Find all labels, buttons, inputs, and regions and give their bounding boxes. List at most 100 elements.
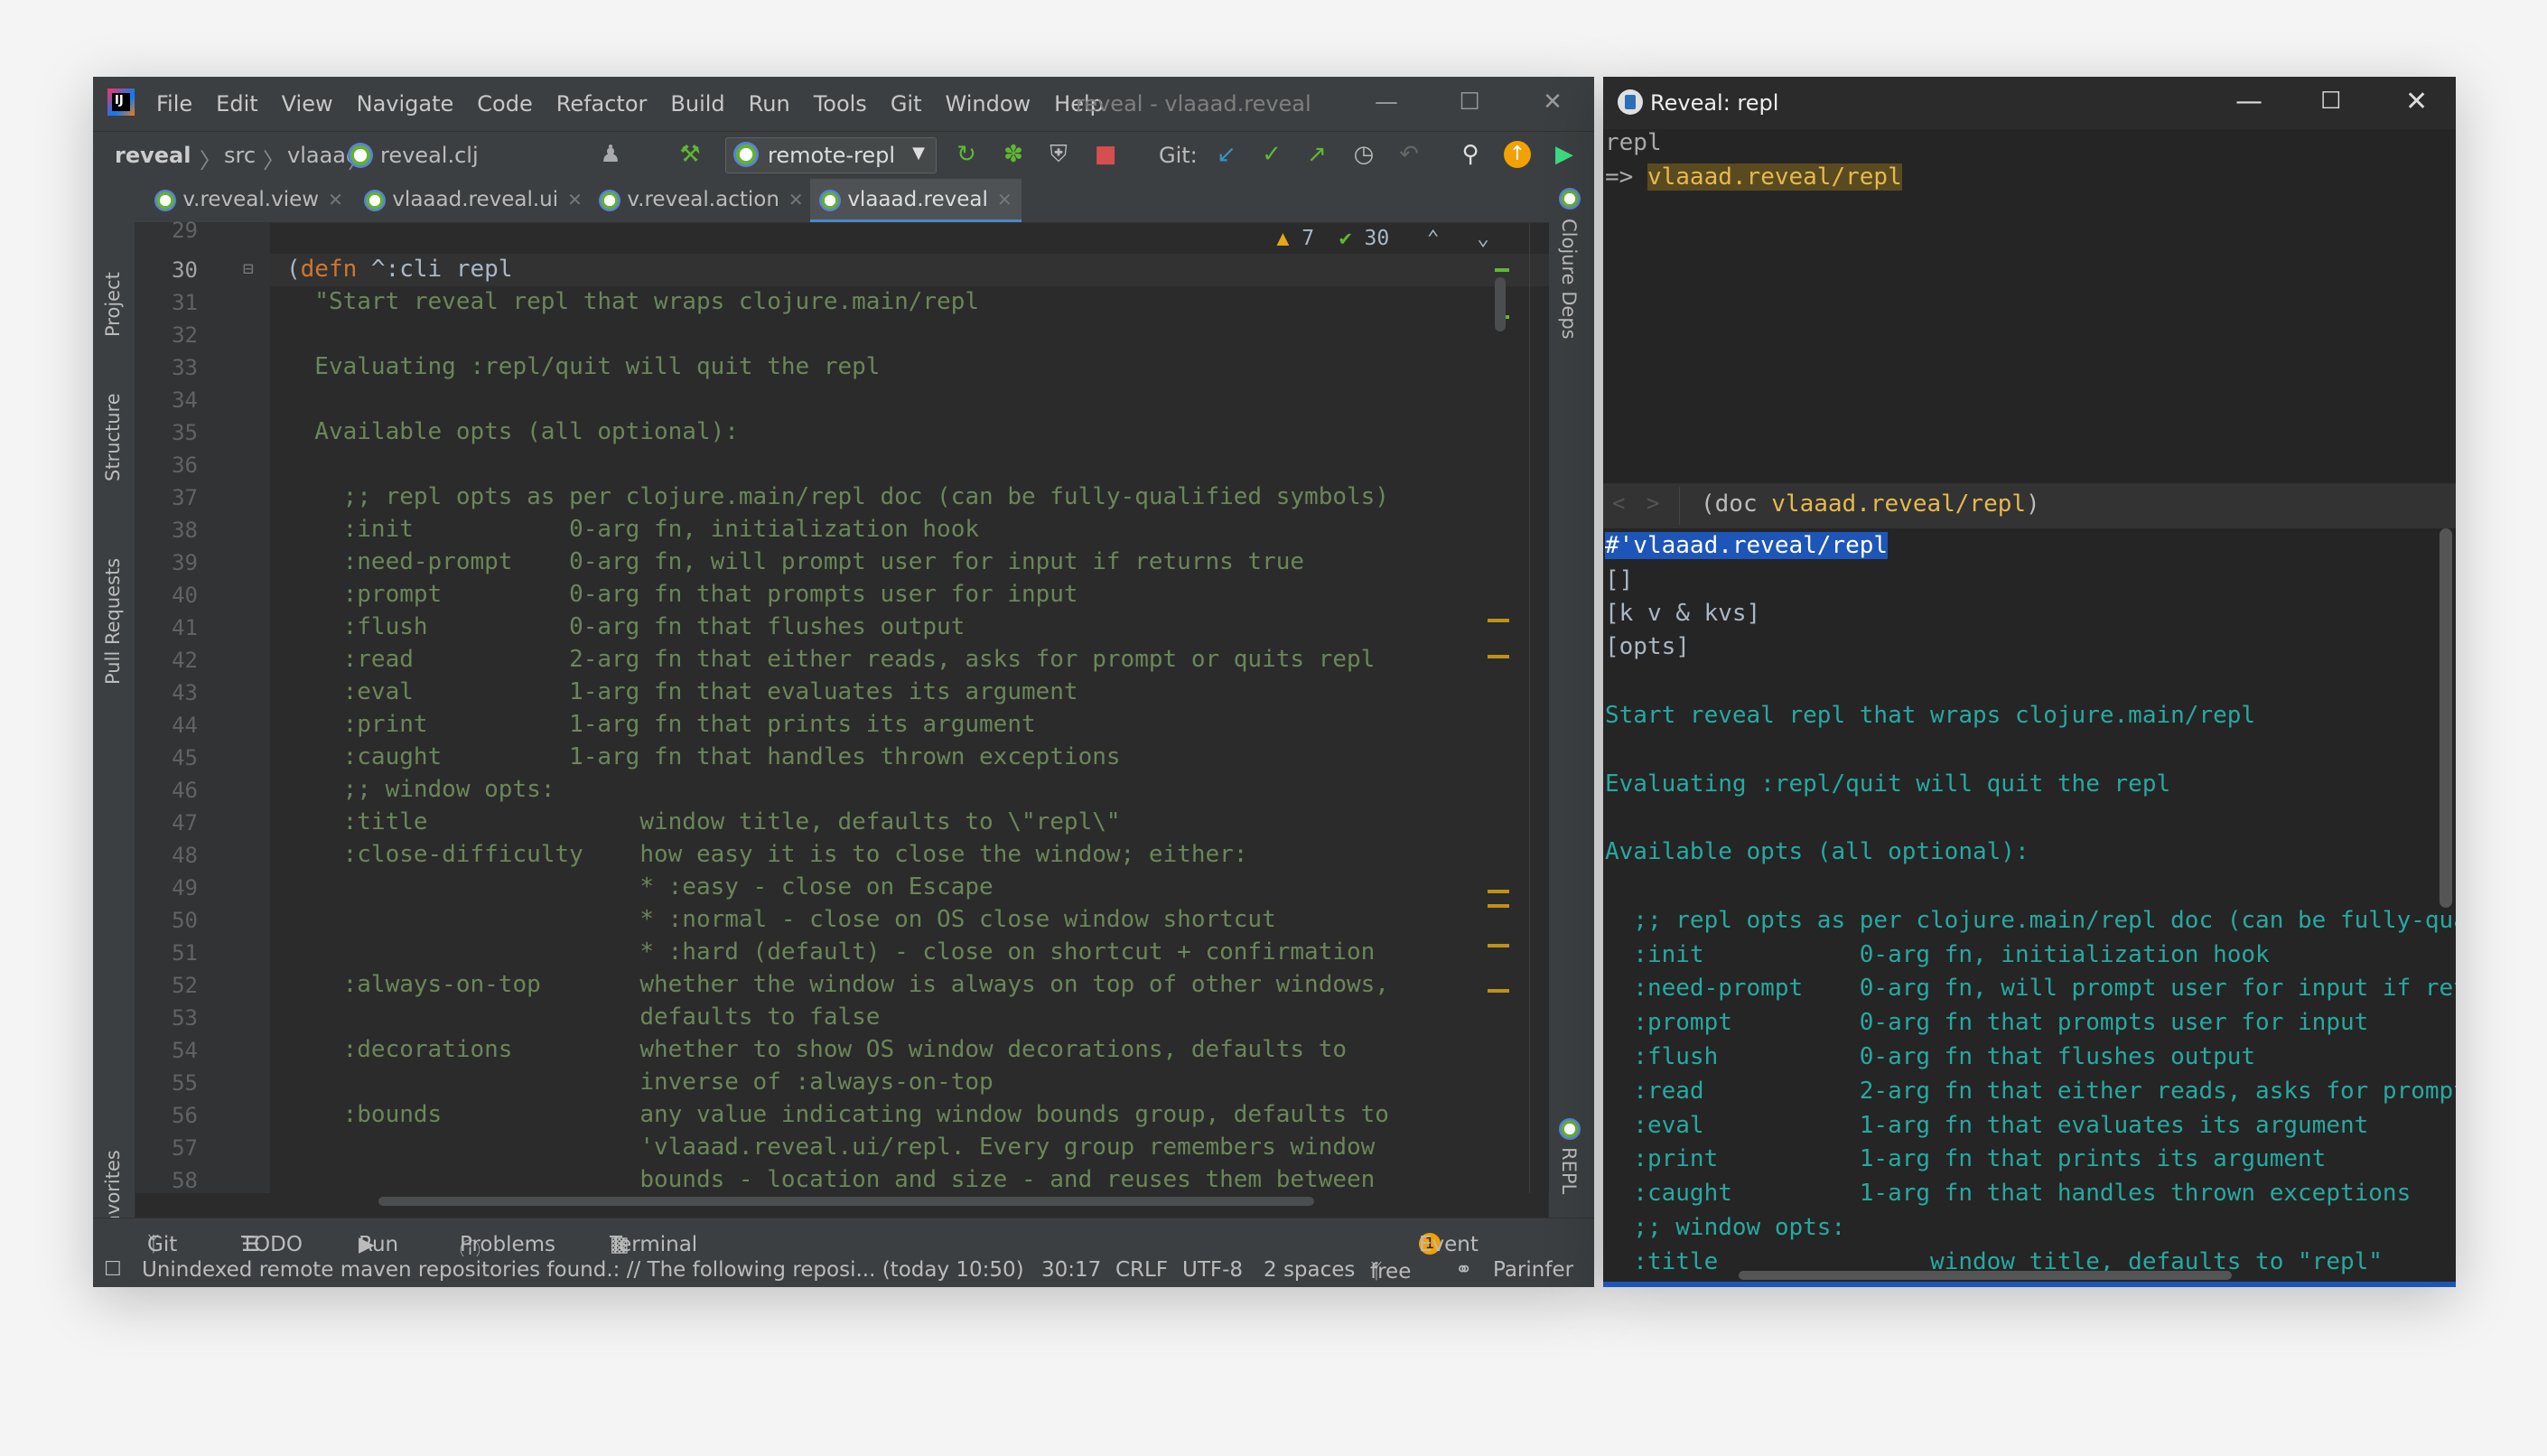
file-encoding[interactable]: UTF-8 xyxy=(1182,1258,1243,1282)
editing-mode[interactable]: Parinfer xyxy=(1493,1258,1573,1282)
rerun-icon[interactable]: ↻ xyxy=(953,141,980,168)
status-message[interactable]: Unindexed remote maven repositories foun… xyxy=(142,1258,1024,1282)
result-symbol[interactable]: vlaaad.reveal/repl xyxy=(1647,163,1902,191)
search-icon[interactable]: ⚲ xyxy=(1457,141,1484,168)
doc-line: :flush 0-arg fn that flushes output xyxy=(1605,1043,2256,1070)
line-number: 29 xyxy=(172,218,198,243)
menu-file[interactable]: File xyxy=(156,91,192,117)
update-available-icon[interactable]: ↑ xyxy=(1504,141,1531,168)
run-configuration-label: remote-repl xyxy=(768,143,896,168)
tab-close-icon[interactable]: ✕ xyxy=(567,189,583,210)
clojure-file-icon xyxy=(154,189,176,211)
git-push-icon[interactable]: ↗ xyxy=(1303,141,1330,168)
doc-line: :read 2-arg fn that either reads, asks f… xyxy=(1605,1077,2456,1105)
close-icon[interactable]: ✕ xyxy=(1511,77,1594,131)
menu-run[interactable]: Run xyxy=(749,91,790,117)
debug-bug-icon[interactable]: ✽ xyxy=(1000,141,1027,168)
tab-v-reveal-view[interactable]: v.reveal.view ✕ xyxy=(145,179,344,222)
tab-close-icon[interactable]: ✕ xyxy=(788,189,804,210)
maximize-icon[interactable]: ☐ xyxy=(2320,88,2341,115)
error-stripe-mark[interactable] xyxy=(1488,890,1509,893)
close-icon[interactable]: ✕ xyxy=(2405,86,2428,117)
previous-highlight-icon[interactable]: ⌃ xyxy=(1427,227,1440,250)
reveal-titlebar: Reveal: repl — ☐ ✕ xyxy=(1603,77,2456,129)
history-clock-icon[interactable]: ◷ xyxy=(1350,141,1377,168)
build-hammer-icon[interactable]: ⚒ xyxy=(676,141,704,168)
next-highlight-icon[interactable]: ⌄ xyxy=(1477,227,1489,250)
vertical-scrollbar[interactable] xyxy=(2440,528,2452,908)
tab-v-reveal-action[interactable]: v.reveal.action ✕ xyxy=(590,179,816,222)
menu-navigate[interactable]: Navigate xyxy=(357,91,454,117)
error-stripe-mark[interactable] xyxy=(1488,904,1509,908)
code-line: * :normal - close on OS close window sho… xyxy=(286,906,1276,933)
line-number: 33 xyxy=(172,355,198,380)
lock-icon[interactable]: ⚭ xyxy=(1455,1258,1472,1282)
tool-clojure-deps[interactable]: Clojure Deps xyxy=(1558,219,1580,340)
output-line-result[interactable]: => vlaaad.reveal/repl xyxy=(1605,163,1902,191)
line-separator[interactable]: CRLF xyxy=(1115,1258,1168,1282)
doc-var[interactable]: #'vlaaad.reveal/repl xyxy=(1605,532,1889,559)
horizontal-scrollbar[interactable] xyxy=(1739,1271,2232,1280)
user-icon[interactable]: ♟ xyxy=(597,141,624,168)
arglist[interactable]: [k v & kvs] xyxy=(1605,600,1760,627)
minimize-icon[interactable]: — xyxy=(2235,86,2262,117)
code-line: :prompt 0-arg fn that prompts user for i… xyxy=(286,581,1078,608)
git-update-icon[interactable]: ↙ xyxy=(1213,141,1240,168)
stop-icon[interactable]: ■ xyxy=(1092,141,1119,168)
back-icon[interactable]: < xyxy=(1612,490,1625,516)
forward-icon[interactable]: > xyxy=(1647,490,1659,516)
git-commit-check-icon[interactable]: ✓ xyxy=(1258,141,1285,168)
tool-project[interactable]: Project xyxy=(102,272,124,337)
inspection-widget[interactable]: ▲ 7 ✔ 30 ⌃ ⌄ xyxy=(1276,227,1489,250)
menu-view[interactable]: View xyxy=(282,91,333,117)
horizontal-scrollbar[interactable] xyxy=(378,1197,1314,1206)
doc-line: :eval 1-arg fn that evaluates its argume… xyxy=(1605,1111,2369,1139)
code-editor[interactable]: (defn ^:cli repl "Start reveal repl that… xyxy=(270,223,1549,1193)
tab-close-icon[interactable]: ✕ xyxy=(328,189,343,210)
minimize-icon[interactable]: — xyxy=(1345,77,1428,131)
doc-line: Available opts (all optional): xyxy=(1605,838,2029,866)
menu-tools[interactable]: Tools xyxy=(814,91,867,117)
git-label: Git: xyxy=(1159,143,1198,168)
menu-git[interactable]: Git xyxy=(891,91,922,117)
doc-expression[interactable]: (doc vlaaad.reveal/repl) xyxy=(1701,490,2040,518)
tool-structure[interactable]: Structure xyxy=(102,393,124,481)
run-configuration-select[interactable]: remote-repl ▼ xyxy=(725,137,937,173)
right-margin-guide xyxy=(1529,223,1530,1193)
menu-edit[interactable]: Edit xyxy=(216,91,257,117)
tab-vlaaad-reveal-ui[interactable]: vlaaad.reveal.ui ✕ xyxy=(355,179,588,222)
tab-vlaaad-reveal[interactable]: vlaaad.reveal ✕ xyxy=(810,179,1022,222)
arglist[interactable]: [opts] xyxy=(1605,633,1690,660)
error-stripe-mark[interactable] xyxy=(1488,989,1509,993)
coverage-shield-icon[interactable]: ⛨ xyxy=(1045,141,1072,168)
maximize-icon[interactable]: ☐ xyxy=(1428,77,1511,131)
indent-setting[interactable]: 2 spaces xyxy=(1264,1258,1355,1282)
breadcrumb-src[interactable]: src xyxy=(224,143,256,168)
toolbox-icon[interactable]: ▶ xyxy=(1551,141,1578,168)
error-stripe-mark[interactable] xyxy=(1495,268,1509,272)
tool-repl[interactable]: REPL xyxy=(1558,1147,1580,1194)
line-number: 53 xyxy=(172,1005,198,1031)
menu-refactor[interactable]: Refactor xyxy=(556,91,648,117)
line-number: 37 xyxy=(172,485,198,510)
error-stripe-mark[interactable] xyxy=(1488,655,1509,658)
tool-pull-requests[interactable]: Pull Requests xyxy=(102,558,124,685)
rollback-icon[interactable]: ↶ xyxy=(1395,141,1423,168)
error-stripe-mark[interactable] xyxy=(1488,944,1509,947)
doc-output[interactable]: #'vlaaad.reveal/repl [] [k v & kvs] [opts]… xyxy=(1603,528,2456,1287)
menu-window[interactable]: Window xyxy=(946,91,1031,117)
ide-window-title: reveal - vlaaad.reveal xyxy=(1076,91,1311,117)
fold-collapse-icon[interactable]: ⊟ xyxy=(243,257,254,279)
tab-close-icon[interactable]: ✕ xyxy=(997,189,1012,210)
output-line-repl[interactable]: repl xyxy=(1605,129,1662,156)
breadcrumb-project[interactable]: reveal xyxy=(115,143,191,168)
arglist[interactable]: [] xyxy=(1605,566,1633,593)
breadcrumb-file[interactable]: reveal.clj xyxy=(380,143,479,168)
caret-position[interactable]: 30:17 xyxy=(1041,1258,1101,1282)
menu-code[interactable]: Code xyxy=(477,91,532,117)
error-stripe-mark[interactable] xyxy=(1488,619,1509,622)
vertical-scrollbar[interactable] xyxy=(1495,277,1506,331)
status-toggle-icon[interactable]: ☐ xyxy=(104,1258,122,1281)
menu-build[interactable]: Build xyxy=(670,91,724,117)
line-number: 39 xyxy=(172,550,198,575)
